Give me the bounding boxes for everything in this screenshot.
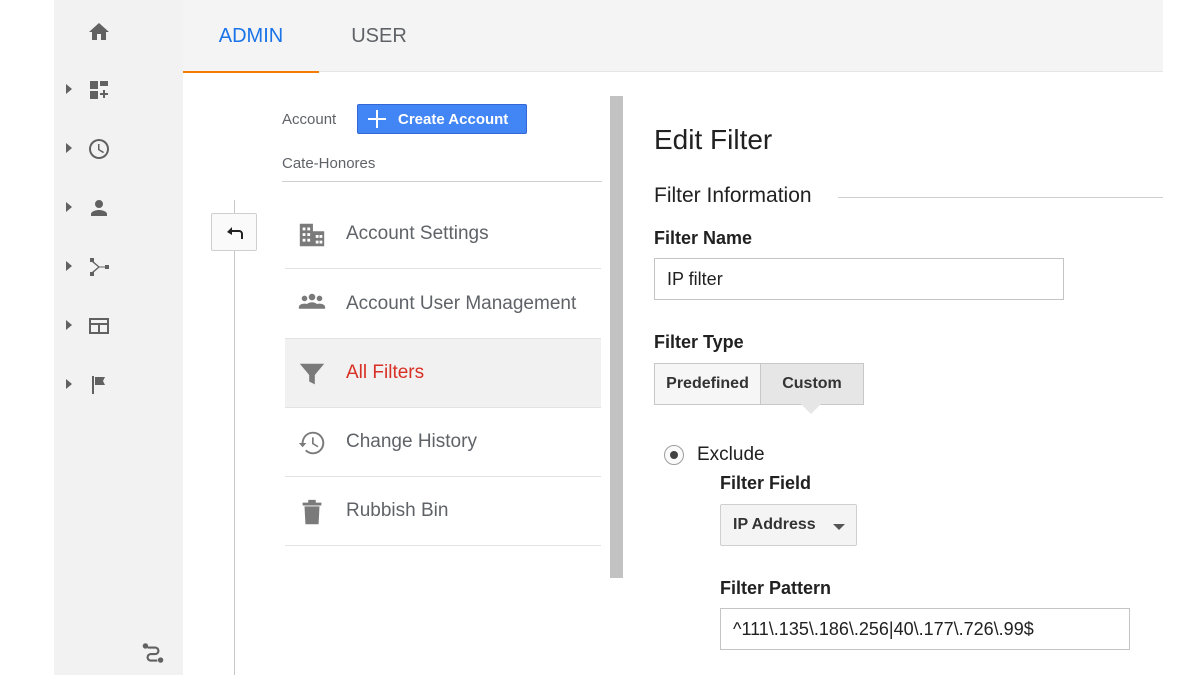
filter-icon: [299, 363, 325, 385]
person-icon: [91, 200, 107, 216]
rail-acquisition[interactable]: [54, 247, 183, 287]
filter-type-label: Filter Type: [654, 332, 744, 352]
menu-item-label: Account Settings: [346, 223, 489, 244]
custom-button[interactable]: Custom: [760, 364, 863, 404]
clock-icon: [89, 139, 109, 159]
rail-realtime[interactable]: [54, 129, 183, 169]
trash-icon: [302, 499, 322, 525]
flag-icon: [92, 376, 105, 394]
top-tab-bar: ADMIN USER: [183, 0, 1163, 73]
rail-customization[interactable]: [54, 70, 183, 110]
menu-item-label: Account User Management: [346, 293, 577, 314]
discover-icon[interactable]: [140, 640, 166, 666]
filter-field-select[interactable]: IP Address: [720, 504, 857, 546]
expand-caret-icon: [66, 84, 72, 94]
filter-name-input[interactable]: IP filter: [654, 258, 1064, 300]
account-label: Account: [282, 111, 337, 128]
expand-caret-icon: [66, 320, 72, 330]
page-title: Edit Filter: [654, 124, 773, 155]
left-nav-rail: [54, 0, 183, 675]
plus-icon: [368, 110, 386, 128]
home-icon: [89, 23, 109, 40]
create-account-label: Create Account: [398, 111, 509, 128]
account-divider: [282, 181, 602, 182]
back-rule: [234, 200, 235, 675]
filter-field-label: Filter Field: [720, 473, 812, 493]
expand-caret-icon: [66, 261, 72, 271]
acquisition-icon: [90, 258, 109, 276]
filter-name-label: Filter Name: [654, 228, 753, 248]
menu-item-rubbish-bin[interactable]: Rubbish Bin: [285, 477, 601, 546]
column-scrollbar[interactable]: [610, 96, 623, 578]
building-icon: [299, 223, 325, 247]
menu-item-user-management[interactable]: Account User Management: [285, 270, 601, 339]
people-icon: [298, 293, 326, 309]
create-account-button[interactable]: Create Account: [357, 104, 527, 134]
back-button[interactable]: [211, 213, 257, 251]
history-icon: [298, 431, 325, 455]
filter-field-value: IP Address: [733, 516, 816, 533]
rail-audience[interactable]: [54, 188, 183, 228]
exclude-radio[interactable]: [664, 445, 684, 465]
account-selector[interactable]: Cate-Honores: [282, 155, 375, 172]
menu-item-change-history[interactable]: Change History: [285, 408, 601, 477]
menu-item-all-filters[interactable]: All Filters: [285, 339, 601, 408]
filter-pattern-label: Filter Pattern: [720, 578, 832, 598]
menu-item-label: All Filters: [346, 362, 425, 383]
exclude-label: Exclude: [697, 444, 765, 465]
rail-conversions[interactable]: [54, 365, 183, 405]
tab-user[interactable]: USER: [319, 0, 439, 72]
expand-caret-icon: [66, 379, 72, 389]
section-title: Filter Information: [654, 184, 812, 207]
menu-item-label: Rubbish Bin: [346, 500, 449, 521]
tab-admin[interactable]: ADMIN: [183, 0, 319, 73]
dropdown-arrow-icon: [833, 524, 845, 530]
back-arrow-icon: [227, 227, 243, 239]
menu-item-account-settings[interactable]: Account Settings: [285, 200, 601, 269]
predefined-button[interactable]: Predefined: [655, 364, 760, 404]
expand-caret-icon: [66, 143, 72, 153]
menu-item-label: Change History: [346, 431, 477, 452]
expand-caret-icon: [66, 202, 72, 212]
filter-pattern-input[interactable]: ^111\.135\.186\.256|40\.177\.726\.99$: [720, 608, 1130, 650]
admin-page: ADMIN USER Account Create Account Cate-H…: [0, 0, 1200, 675]
section-divider: [838, 197, 1163, 198]
rail-home[interactable]: [54, 12, 183, 52]
rail-behavior[interactable]: [54, 306, 183, 346]
filter-type-toggle: Predefined Custom: [654, 363, 864, 405]
selected-pointer: [801, 404, 821, 414]
behavior-icon: [89, 318, 109, 334]
dashboard-add-icon: [90, 81, 108, 99]
